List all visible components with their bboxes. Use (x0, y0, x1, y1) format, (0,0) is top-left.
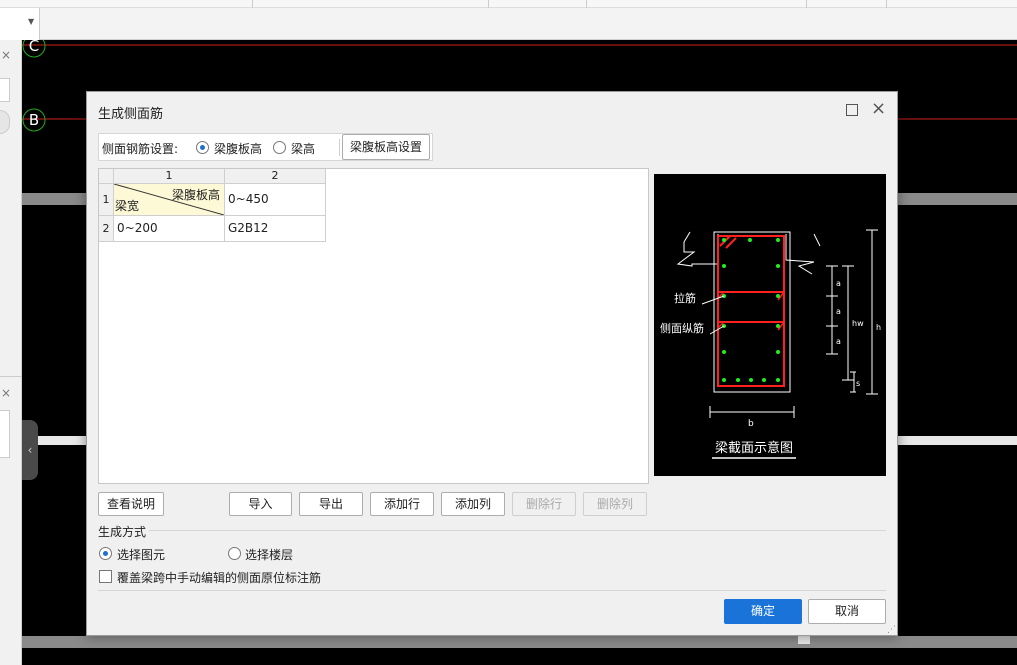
break-mark (683, 231, 691, 243)
radio-beam-height-label[interactable]: 梁高 (291, 140, 315, 157)
radio-select-element-label[interactable]: 选择图元 (117, 546, 165, 563)
ok-button[interactable]: 确定 (724, 599, 802, 624)
preview-caption: 梁截面示意图 (715, 440, 793, 456)
dim-hw-label: hw (852, 319, 864, 328)
grid-row-header[interactable]: 2 (99, 216, 114, 242)
overwrite-checkbox[interactable] (99, 570, 112, 583)
toolbar-separator (488, 0, 489, 8)
grid-row-header[interactable]: 1 (99, 184, 114, 216)
grid-cell[interactable]: 0~200 (114, 216, 225, 242)
generation-mode-label: 生成方式 (98, 525, 147, 539)
maximize-icon[interactable] (846, 104, 858, 116)
resize-grip-icon[interactable]: ⋰ (887, 625, 896, 635)
overwrite-checkbox-label[interactable]: 覆盖梁跨中手动编辑的侧面原位标注筋 (117, 569, 321, 586)
side-bar-label: 侧面纵筋 (660, 321, 704, 335)
rebar-settings-grid[interactable]: 1 2 1 梁腹板高 梁宽 0~450 2 0~200 G2B12 (98, 168, 649, 484)
dropdown-arrow-icon: ▼ (28, 17, 35, 26)
axis-label-c: C (29, 40, 39, 55)
corner-top-label: 梁腹板高 (171, 188, 220, 202)
web-height-settings-button[interactable]: 梁腹板高设置 (342, 134, 430, 160)
dim-b-label: b (748, 419, 754, 429)
setting-divider (339, 139, 340, 156)
collapse-panel-tab[interactable]: ‹ (22, 420, 38, 480)
close-icon[interactable]: × (0, 386, 12, 400)
add-row-button[interactable]: 添加行 (370, 492, 434, 516)
toolbar-separator (252, 0, 253, 8)
toolbar-separator (806, 0, 807, 8)
toolbar-separator (886, 0, 887, 8)
footer-divider (98, 590, 886, 591)
grid-cell[interactable]: 0~450 (225, 184, 326, 216)
dim-a-label: a (836, 337, 841, 346)
dim-s-label: s (856, 379, 860, 388)
top-toolbar-strip (0, 0, 1017, 8)
axis-label-b: B (29, 111, 39, 129)
import-button[interactable]: 导入 (229, 492, 292, 516)
dim-a-label: a (836, 307, 841, 316)
radio-select-element[interactable] (99, 547, 112, 560)
export-button[interactable]: 导出 (299, 492, 363, 516)
corner-bottom-label: 梁宽 (115, 199, 140, 213)
dim-h-label: h (876, 323, 881, 332)
view-help-button[interactable]: 查看说明 (98, 492, 164, 516)
left-side-panel: × × (0, 40, 22, 665)
panel-toggle-stub[interactable] (0, 110, 10, 134)
beam-section-diagram: 拉筋 侧面纵筋 a a a hw h s b 梁截面示意图 (660, 229, 881, 459)
break-mark (813, 233, 821, 247)
grid-cell[interactable]: G2B12 (225, 216, 326, 242)
radio-select-floor[interactable] (228, 547, 241, 560)
cancel-button[interactable]: 取消 (808, 599, 886, 624)
delete-row-button[interactable]: 删除行 (512, 492, 576, 516)
tie-label: 拉筋 (674, 291, 696, 305)
longitudinal-bars (722, 238, 780, 382)
radio-select-floor-label[interactable]: 选择楼层 (245, 546, 293, 563)
stirrup (717, 235, 785, 387)
tie-leader (701, 295, 725, 305)
panel-divider (0, 376, 22, 377)
toolbar-dropdown[interactable]: ▼ (0, 8, 40, 40)
side-rebar-setting-label: 侧面钢筋设置: (102, 142, 179, 156)
delete-column-button[interactable]: 删除列 (583, 492, 647, 516)
beam-band-gray (22, 636, 1017, 648)
radio-beam-height[interactable] (273, 141, 286, 154)
panel-input-stub[interactable] (0, 78, 10, 102)
section-divider (149, 530, 886, 531)
grid-col-header[interactable]: 1 (114, 169, 225, 184)
side-rebar-setting-bar: 侧面钢筋设置: 梁腹板高 梁高 梁腹板高设置 (98, 133, 433, 161)
radio-web-height-label[interactable]: 梁腹板高 (214, 140, 262, 157)
secondary-toolbar (0, 8, 1017, 40)
dialog-title: 生成侧面筋 (98, 107, 164, 122)
grid-corner (99, 169, 114, 184)
panel-input-stub[interactable] (0, 410, 10, 458)
beam-outline (713, 231, 791, 393)
grid-col-header[interactable]: 2 (225, 169, 326, 184)
close-icon[interactable]: × (0, 48, 12, 62)
close-icon[interactable]: × (871, 98, 886, 119)
grid-diagonal-header-cell: 梁腹板高 梁宽 (114, 184, 225, 216)
radio-web-height[interactable] (196, 141, 209, 154)
dim-a-label: a (836, 279, 841, 288)
slab-outline-left (676, 234, 719, 267)
add-column-button[interactable]: 添加列 (441, 492, 505, 516)
generate-side-rebar-dialog: 生成侧面筋 × 侧面钢筋设置: 梁腹板高 梁高 梁腹板高设置 1 2 1 梁腹板… (86, 91, 898, 636)
toolbar-separator (586, 0, 587, 8)
beam-section-preview: 拉筋 侧面纵筋 a a a hw h s b 梁截面示意图 (654, 174, 886, 476)
